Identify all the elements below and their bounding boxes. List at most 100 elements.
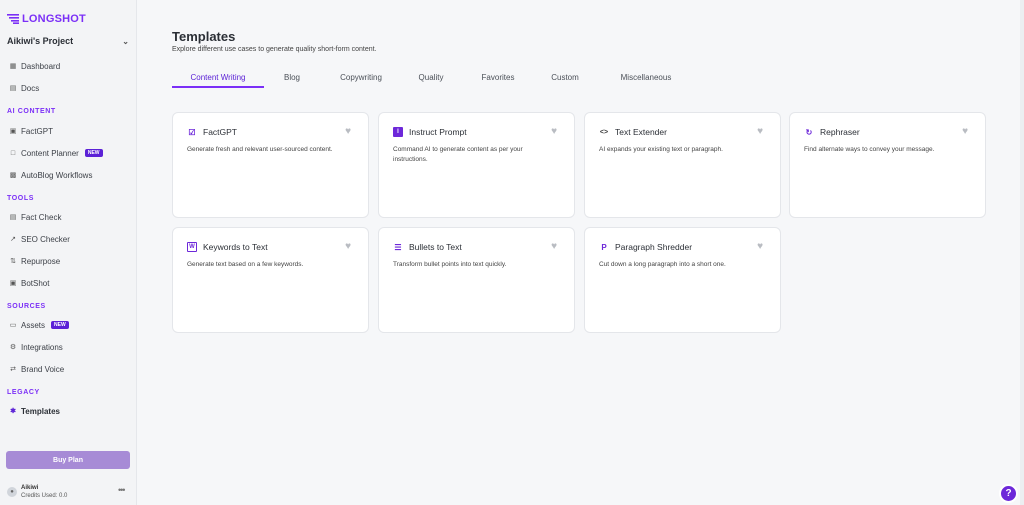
heart-icon[interactable]: ♥ bbox=[757, 126, 763, 137]
factgpt-icon: ▣ bbox=[9, 128, 17, 135]
template-card-paragraph-shredder[interactable]: P Paragraph Shredder ♥ Cut down a long p… bbox=[584, 227, 781, 333]
page-title: Templates bbox=[172, 29, 236, 44]
sidebar-item-label: Fact Check bbox=[21, 212, 62, 222]
template-card-text-extender[interactable]: <> Text Extender ♥ AI expands your exist… bbox=[584, 112, 781, 218]
template-card-instruct-prompt[interactable]: I Instruct Prompt ♥ Command AI to genera… bbox=[378, 112, 575, 218]
repurpose-icon: ⇅ bbox=[10, 258, 16, 265]
card-title: Bullets to Text bbox=[409, 242, 462, 252]
chevron-down-icon: ⌄ bbox=[122, 36, 129, 46]
heart-icon[interactable]: ♥ bbox=[551, 241, 557, 252]
user-name: Aikiwi bbox=[21, 485, 39, 491]
card-description: Transform bullet points into text quickl… bbox=[393, 261, 507, 268]
puzzle-icon: ✱ bbox=[10, 408, 16, 415]
template-card-factgpt[interactable]: ☑ FactGPT ♥ Generate fresh and relevant … bbox=[172, 112, 369, 218]
card-title: FactGPT bbox=[203, 127, 238, 137]
sidebar-item-label: Repurpose bbox=[21, 256, 61, 266]
trend-icon: ↗ bbox=[10, 236, 16, 243]
sidebar-item-content-planner[interactable]: □ Content Planner NEW bbox=[9, 147, 103, 159]
card-title: Text Extender bbox=[615, 127, 667, 137]
sidebar-item-label: SEO Checker bbox=[21, 234, 70, 244]
project-name: Aikiwi's Project bbox=[7, 36, 74, 46]
sidebar-item-label: Assets bbox=[21, 320, 46, 330]
sidebar-item-label: Integrations bbox=[21, 342, 63, 352]
sidebar-item-templates[interactable]: ✱ Templates bbox=[9, 405, 60, 417]
card-title: Keywords to Text bbox=[203, 242, 268, 252]
sidebar-item-label: Dashboard bbox=[21, 61, 61, 71]
sidebar-item-docs[interactable]: ▤ Docs bbox=[9, 82, 40, 94]
docs-icon: ▤ bbox=[9, 85, 17, 92]
avatar-icon: ● bbox=[7, 487, 17, 497]
card-description: Find alternate ways to convey your messa… bbox=[804, 146, 935, 153]
sidebar-item-label: Brand Voice bbox=[21, 364, 65, 374]
project-selector[interactable]: Aikiwi's Project ⌄ bbox=[7, 36, 129, 46]
tab-miscellaneous[interactable]: Miscellaneous bbox=[610, 68, 682, 88]
credits-used: Credits Used: 0.0 bbox=[21, 493, 68, 499]
section-tools: TOOLS bbox=[7, 195, 34, 202]
fact-check-icon: ▤ bbox=[9, 214, 17, 221]
brand-logo[interactable]: LONGSHOT bbox=[7, 13, 86, 25]
more-options-icon[interactable]: ••• bbox=[118, 485, 126, 495]
section-legacy: LEGACY bbox=[7, 389, 40, 396]
tab-copywriting[interactable]: Copywriting bbox=[333, 68, 389, 88]
new-badge: NEW bbox=[51, 321, 69, 329]
sidebar-item-label: BotShot bbox=[21, 278, 50, 288]
heart-icon[interactable]: ♥ bbox=[345, 241, 351, 252]
sidebar-item-repurpose[interactable]: ⇅ Repurpose bbox=[9, 255, 60, 267]
sidebar-item-fact-check[interactable]: ▤ Fact Check bbox=[9, 211, 62, 223]
sidebar-item-botshot[interactable]: ▣ BotShot bbox=[9, 277, 50, 289]
refresh-icon: ↻ bbox=[805, 127, 813, 137]
sidebar-item-factgpt[interactable]: ▣ FactGPT bbox=[9, 125, 53, 137]
keywords-icon: W bbox=[187, 242, 197, 252]
heart-icon[interactable]: ♥ bbox=[551, 126, 557, 137]
dashboard-icon: ▦ bbox=[9, 63, 17, 70]
page-subtitle: Explore different use cases to generate … bbox=[172, 46, 377, 53]
sidebar: LONGSHOT Aikiwi's Project ⌄ ▦ Dashboard … bbox=[0, 0, 137, 505]
card-title: Rephraser bbox=[820, 127, 860, 137]
sidebar-item-label: AutoBlog Workflows bbox=[21, 170, 93, 180]
sidebar-item-label: FactGPT bbox=[21, 126, 54, 136]
heart-icon[interactable]: ♥ bbox=[962, 126, 968, 137]
card-title: Instruct Prompt bbox=[409, 127, 467, 137]
code-icon: <> bbox=[599, 128, 609, 136]
bot-icon: ▣ bbox=[9, 280, 17, 287]
sidebar-item-seo-checker[interactable]: ↗ SEO Checker bbox=[9, 233, 70, 245]
sidebar-item-label: Docs bbox=[21, 83, 40, 93]
tab-content-writing[interactable]: Content Writing bbox=[172, 68, 264, 88]
sidebar-item-assets[interactable]: ▭ Assets NEW bbox=[9, 319, 69, 331]
main-content: Templates Explore different use cases to… bbox=[137, 0, 1020, 505]
card-title: Paragraph Shredder bbox=[615, 242, 693, 252]
brand-name: LONGSHOT bbox=[22, 13, 86, 25]
factgpt-icon: ☑ bbox=[188, 127, 196, 137]
heart-icon[interactable]: ♥ bbox=[757, 241, 763, 252]
sidebar-item-label: Templates bbox=[21, 406, 60, 416]
calendar-icon: □ bbox=[10, 149, 16, 157]
card-description: Cut down a long paragraph into a short o… bbox=[599, 261, 726, 268]
sidebar-item-dashboard[interactable]: ▦ Dashboard bbox=[9, 60, 60, 72]
card-description: Command AI to generate content as per yo… bbox=[393, 146, 523, 163]
instruct-icon: I bbox=[393, 127, 403, 137]
sidebar-item-integrations[interactable]: ⚙ Integrations bbox=[9, 341, 63, 353]
template-card-keywords-to-text[interactable]: W Keywords to Text ♥ Generate text based… bbox=[172, 227, 369, 333]
tab-quality[interactable]: Quality bbox=[412, 68, 450, 88]
tab-favorites[interactable]: Favorites bbox=[475, 68, 521, 88]
logo-icon bbox=[7, 14, 19, 24]
sidebar-item-autoblog-workflows[interactable]: ▩ AutoBlog Workflows bbox=[9, 169, 93, 181]
user-profile[interactable]: ● Aikiwi Credits Used: 0.0 bbox=[7, 485, 67, 499]
card-description: Generate text based on a few keywords. bbox=[187, 261, 304, 268]
scrollbar[interactable] bbox=[1020, 0, 1024, 505]
section-ai-content: AI CONTENT bbox=[7, 108, 56, 115]
tab-custom[interactable]: Custom bbox=[545, 68, 585, 88]
buy-plan-button[interactable]: Buy Plan bbox=[6, 451, 130, 469]
arrows-icon: ⇄ bbox=[10, 366, 16, 373]
template-card-bullets-to-text[interactable]: ☰ Bullets to Text ♥ Transform bullet poi… bbox=[378, 227, 575, 333]
sidebar-item-brand-voice[interactable]: ⇄ Brand Voice bbox=[9, 363, 64, 375]
template-card-rephraser[interactable]: ↻ Rephraser ♥ Find alternate ways to con… bbox=[789, 112, 986, 218]
tab-blog[interactable]: Blog bbox=[276, 68, 308, 88]
heart-icon[interactable]: ♥ bbox=[345, 126, 351, 137]
paragraph-icon: P bbox=[601, 242, 607, 252]
new-badge: NEW bbox=[84, 149, 103, 157]
gear-icon: ⚙ bbox=[9, 344, 17, 351]
card-description: AI expands your existing text or paragra… bbox=[599, 146, 723, 153]
sidebar-item-label: Content Planner bbox=[21, 148, 79, 158]
help-button[interactable]: ? bbox=[999, 484, 1018, 503]
